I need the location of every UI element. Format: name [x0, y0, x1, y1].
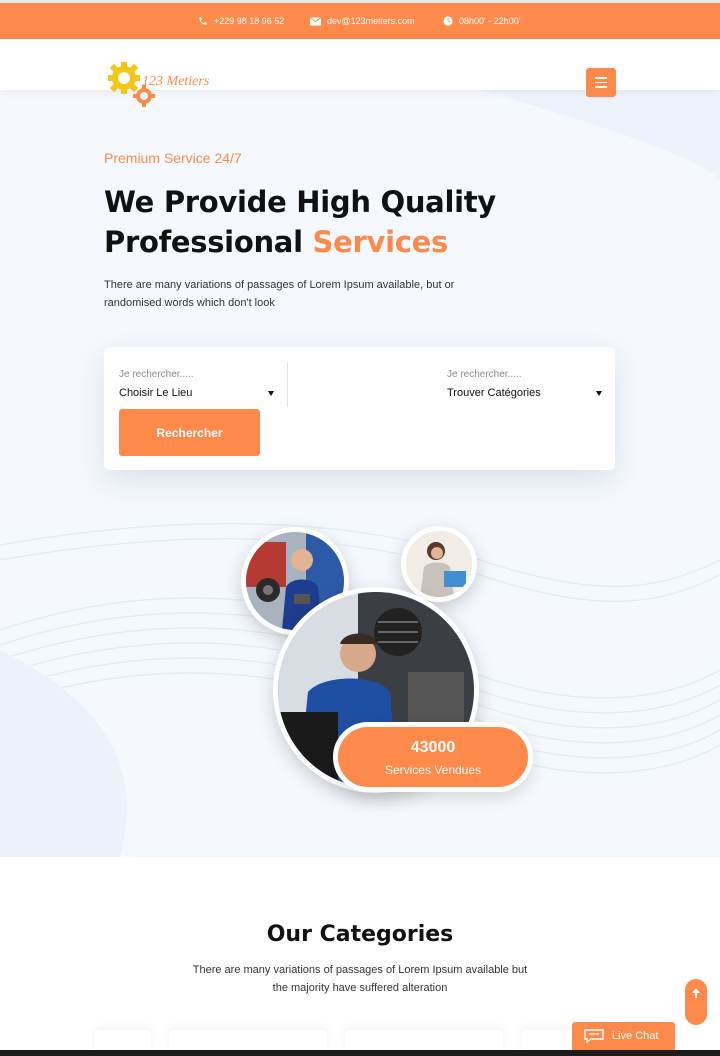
- caret-down-icon: [596, 390, 602, 396]
- hero-headline: We Provide High Quality Professional Ser…: [104, 182, 496, 262]
- services-sold-badge: 43000 Services Vendues: [333, 722, 533, 792]
- cleaner-illustration: [406, 531, 472, 597]
- search-button[interactable]: Rechercher: [119, 409, 260, 456]
- search-form: Je rechercher..... Choisir Le Lieu Je re…: [104, 347, 615, 470]
- menu-line: [595, 77, 607, 79]
- category-select[interactable]: Je rechercher..... Trouver Catégories: [447, 369, 602, 399]
- arrow-up-icon: [692, 988, 700, 998]
- categories-title: Our Categories: [266, 922, 454, 947]
- email-address: dev@123metiers.com: [327, 16, 415, 26]
- chat-bubble-icon: [584, 1029, 604, 1043]
- headline-line-1: We Provide High Quality: [104, 185, 496, 219]
- category-label: Je rechercher.....: [447, 369, 522, 380]
- live-chat-label: Live Chat: [612, 1030, 659, 1042]
- services-sold-label: Services Vendues: [384, 763, 482, 777]
- opening-hours: 08h00' - 22h00': [443, 16, 521, 26]
- hero-section: Premium Service 24/7 We Provide High Qua…: [0, 90, 720, 857]
- menu-line: [595, 86, 607, 88]
- phone-number: +229 98 18 96 52: [214, 16, 285, 26]
- categories-subtitle: There are many variations of passages of…: [192, 964, 528, 994]
- field-divider: [287, 363, 288, 407]
- menu-line: [595, 81, 607, 84]
- live-chat-button[interactable]: Live Chat: [572, 1022, 675, 1050]
- headline-accent: Services: [312, 225, 449, 259]
- scroll-to-top-button[interactable]: [685, 979, 707, 1025]
- main-navbar: 123 Metiers: [0, 39, 720, 107]
- location-value-row[interactable]: Choisir Le Lieu: [119, 387, 274, 399]
- hours-text: 08h00' - 22h00': [459, 16, 521, 26]
- category-value: Trouver Catégories: [447, 387, 541, 399]
- envelope-icon: [310, 16, 321, 26]
- location-value: Choisir Le Lieu: [119, 387, 193, 399]
- logo-text: 123 Metiers: [142, 74, 210, 89]
- clock-icon: [443, 16, 453, 26]
- hamburger-menu-button[interactable]: [586, 68, 616, 97]
- brand-logo[interactable]: 123 Metiers: [106, 60, 236, 110]
- headline-line-2: Professional: [104, 225, 303, 259]
- top-contact-bar: +229 98 18 96 52 dev@123metiers.com 08h0…: [0, 0, 720, 39]
- caret-down-icon: [268, 390, 274, 396]
- services-sold-count: 43000: [410, 739, 456, 756]
- bottom-edge-bar: [0, 1050, 720, 1056]
- category-value-row[interactable]: Trouver Catégories: [447, 387, 602, 399]
- phone-contact[interactable]: +229 98 18 96 52: [198, 16, 284, 26]
- phone-icon: [199, 17, 207, 25]
- email-contact[interactable]: dev@123metiers.com: [310, 16, 415, 26]
- location-label: Je rechercher.....: [119, 369, 194, 380]
- hero-lead-text: There are many variations of passages of…: [104, 279, 455, 309]
- cleaner-photo: [401, 526, 477, 602]
- hero-tagline: Premium Service 24/7: [104, 150, 242, 166]
- location-select[interactable]: Je rechercher..... Choisir Le Lieu: [119, 369, 274, 399]
